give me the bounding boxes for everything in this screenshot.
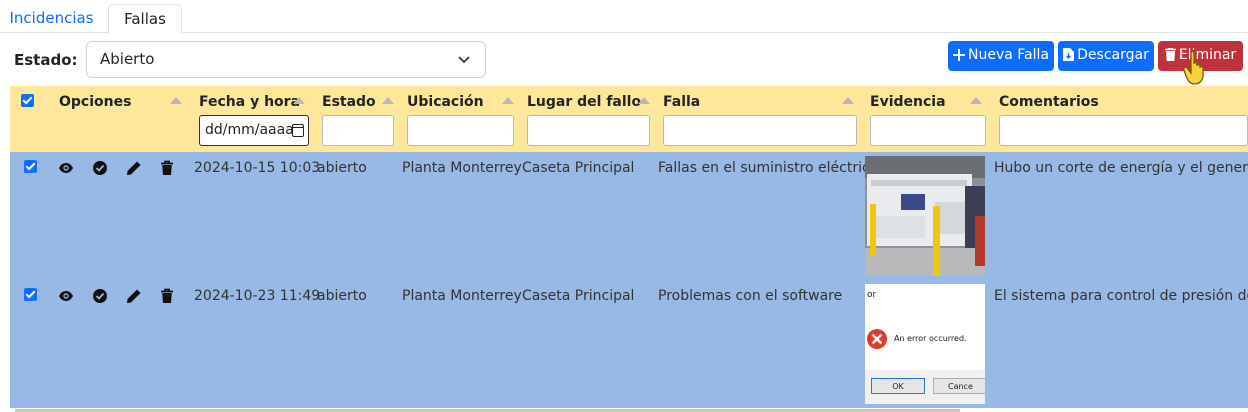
header-opciones: Opciones: [59, 94, 132, 110]
error-dialog-title: or: [867, 290, 877, 300]
tab-fallas[interactable]: Fallas: [108, 4, 182, 34]
eye-icon[interactable]: [58, 288, 74, 304]
comentarios-cell: Hubo un corte de energía y el generador: [994, 160, 1248, 176]
sort-ubicacion-icon[interactable]: [502, 97, 514, 104]
sort-falla-icon[interactable]: [842, 97, 854, 104]
table-header: Opciones Fecha y hora dd/mm/aaaa Estado …: [10, 86, 1248, 152]
chevron-down-icon: [458, 56, 470, 64]
error-dialog-message: An error occurred.: [894, 334, 967, 343]
header-comentarios: Comentarios: [999, 94, 1099, 110]
estado-cell: abierto: [317, 160, 367, 176]
fecha-cell: 2024-10-15 10:03: [194, 160, 321, 176]
ubicacion-cell: Planta Monterrey: [402, 160, 522, 176]
error-ok-button[interactable]: OK: [871, 378, 925, 394]
header-estado: Estado: [322, 94, 376, 110]
evidencia-filter-input[interactable]: [870, 115, 986, 146]
select-all-checkbox[interactable]: [21, 94, 34, 107]
estado-filter-input[interactable]: [322, 115, 394, 146]
evidence-error-screenshot[interactable]: or An error occurred. OK Cance: [865, 284, 985, 404]
sort-estado-icon[interactable]: [382, 97, 394, 104]
falla-cell: Fallas en el suministro eléctrico: [658, 160, 879, 176]
tab-incidencias[interactable]: Incidencias: [0, 4, 103, 34]
lugar-cell: Caseta Principal: [522, 160, 635, 176]
ubicacion-filter-input[interactable]: [407, 115, 514, 146]
trash-icon: [1164, 47, 1176, 61]
tab-bar: Incidencias Fallas: [0, 0, 1248, 34]
header-fecha: Fecha y hora: [199, 94, 301, 110]
table-row[interactable]: 2024-10-15 10:03 abierto Planta Monterre…: [10, 152, 1248, 280]
plus-icon: [953, 49, 965, 61]
pencil-icon[interactable]: [126, 288, 142, 304]
header-falla: Falla: [663, 94, 701, 110]
trash-icon[interactable]: [159, 160, 175, 176]
fallas-table: Opciones Fecha y hora dd/mm/aaaa Estado …: [10, 86, 1248, 412]
lugar-cell: Caseta Principal: [522, 288, 635, 304]
row-checkbox[interactable]: [24, 160, 37, 173]
sort-lugar-icon[interactable]: [638, 97, 650, 104]
sort-evidencia-icon[interactable]: [970, 97, 982, 104]
nueva-falla-button[interactable]: Nueva Falla: [948, 41, 1054, 71]
pencil-icon[interactable]: [126, 160, 142, 176]
descargar-label: Descargar: [1077, 47, 1149, 63]
evidence-generator-photo[interactable]: [865, 156, 985, 276]
fecha-cell: 2024-10-23 11:49: [194, 288, 321, 304]
estado-cell: abierto: [317, 288, 367, 304]
descargar-button[interactable]: Descargar: [1058, 41, 1154, 71]
estado-select[interactable]: Abierto: [86, 41, 486, 78]
lugar-filter-input[interactable]: [527, 115, 650, 146]
hand-cursor-icon: [1183, 50, 1204, 85]
row-checkbox[interactable]: [24, 288, 37, 301]
error-icon: [867, 329, 887, 349]
nueva-falla-label: Nueva Falla: [968, 47, 1049, 63]
header-evidencia: Evidencia: [870, 94, 946, 110]
estado-label: Estado:: [14, 51, 78, 69]
check-circle-icon[interactable]: [92, 160, 108, 176]
comentarios-cell: El sistema para control de presión de m: [994, 288, 1248, 304]
falla-cell: Problemas con el software: [658, 288, 843, 304]
eye-icon[interactable]: [58, 160, 74, 176]
file-download-icon: [1063, 48, 1075, 61]
estado-select-value: Abierto: [100, 50, 155, 68]
check-circle-icon[interactable]: [92, 288, 108, 304]
table-row[interactable]: 2024-10-23 11:49 abierto Planta Monterre…: [10, 280, 1248, 408]
ubicacion-cell: Planta Monterrey: [402, 288, 522, 304]
sort-fecha-icon[interactable]: [293, 97, 305, 104]
sort-opciones-icon[interactable]: [170, 97, 182, 104]
comentarios-filter-input[interactable]: [999, 115, 1248, 146]
header-ubicacion: Ubicación: [407, 94, 484, 110]
calendar-icon[interactable]: [292, 124, 304, 137]
fecha-filter-input[interactable]: dd/mm/aaaa: [199, 115, 309, 146]
header-lugar: Lugar del fallo: [527, 94, 642, 110]
fecha-filter-placeholder: dd/mm/aaaa: [205, 122, 294, 138]
error-cancel-button[interactable]: Cance: [933, 378, 985, 394]
falla-filter-input[interactable]: [663, 115, 857, 146]
trash-icon[interactable]: [159, 288, 175, 304]
